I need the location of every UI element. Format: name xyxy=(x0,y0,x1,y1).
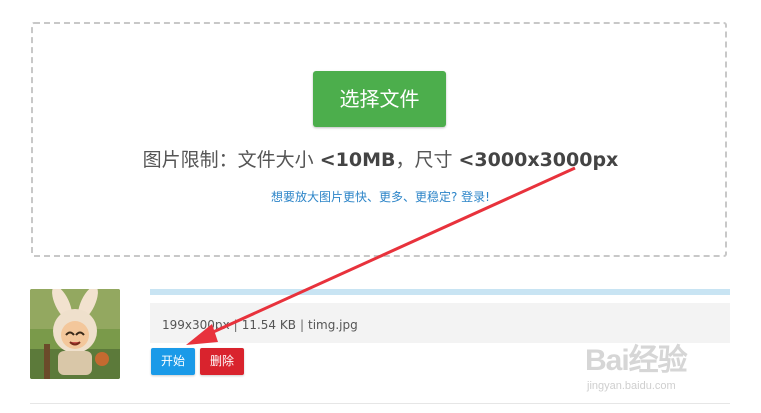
select-file-button[interactable]: 选择文件 xyxy=(313,71,446,127)
baidu-watermark: Bai经验 jingyan.baidu.com xyxy=(585,335,735,405)
delete-button[interactable]: 删除 xyxy=(200,348,244,375)
limit-size: <10MB xyxy=(319,149,396,171)
upload-limits-text: 图片限制：文件大小 <10MB，尺寸 <3000x3000px xyxy=(0,145,761,172)
watermark-url: jingyan.baidu.com xyxy=(587,380,676,392)
upload-progress-bar xyxy=(150,289,730,295)
file-name: timg.jpg xyxy=(308,318,358,332)
watermark-logo: Bai经验 xyxy=(585,344,688,377)
limit-prefix: 图片限制：文件大小 xyxy=(142,149,320,171)
file-separator: | xyxy=(233,318,238,332)
limit-middle: ，尺寸 xyxy=(395,149,459,171)
character-image-icon xyxy=(30,289,120,379)
start-button[interactable]: 开始 xyxy=(151,348,195,375)
file-size: 11.54 KB xyxy=(241,318,296,332)
login-prompt-link[interactable]: 想要放大图片更快、更多、更稳定? 登录! xyxy=(0,188,761,205)
limit-dimensions: <3000x3000px xyxy=(458,149,619,171)
file-dimensions: 199x300px xyxy=(162,318,230,332)
file-separator: | xyxy=(299,318,305,332)
file-thumbnail xyxy=(30,289,120,379)
upload-dropzone[interactable] xyxy=(31,22,727,257)
